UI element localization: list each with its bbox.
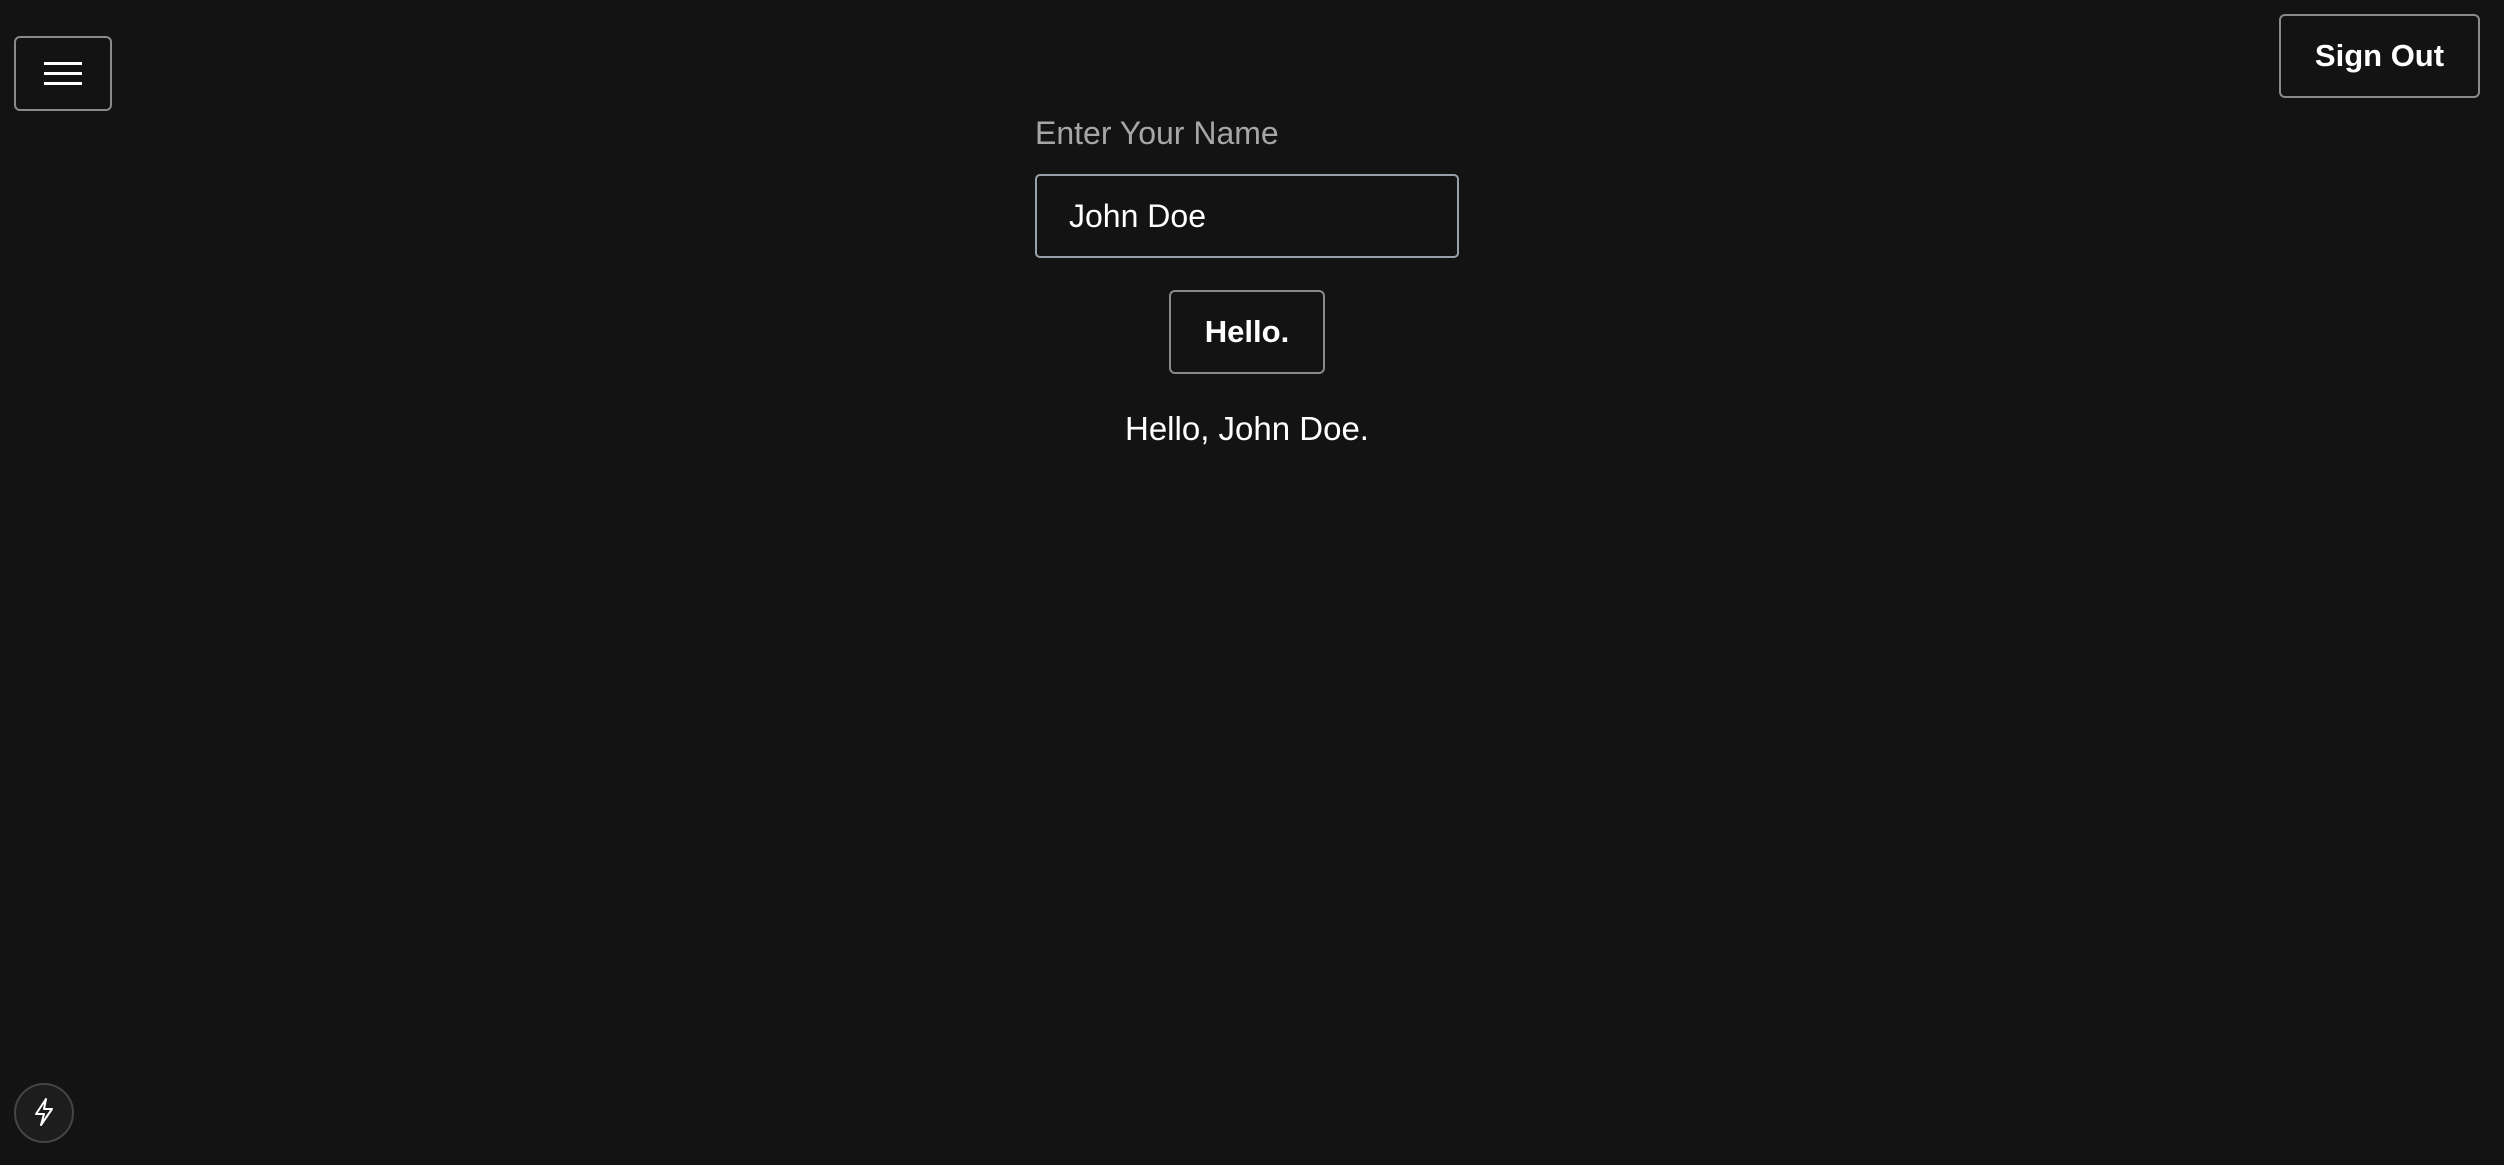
sign-out-button[interactable]: Sign Out: [2279, 14, 2480, 98]
hamburger-menu-icon: [44, 60, 82, 88]
lightning-bolt-icon: [31, 1097, 57, 1130]
menu-button[interactable]: [14, 36, 112, 111]
bolt-button[interactable]: [14, 1083, 74, 1143]
greeting-text: Hello, John Doe.: [1125, 410, 1369, 447]
name-input[interactable]: [1035, 174, 1459, 258]
name-label: Enter Your Name: [1035, 115, 1279, 151]
hello-button[interactable]: Hello.: [1169, 290, 1325, 374]
